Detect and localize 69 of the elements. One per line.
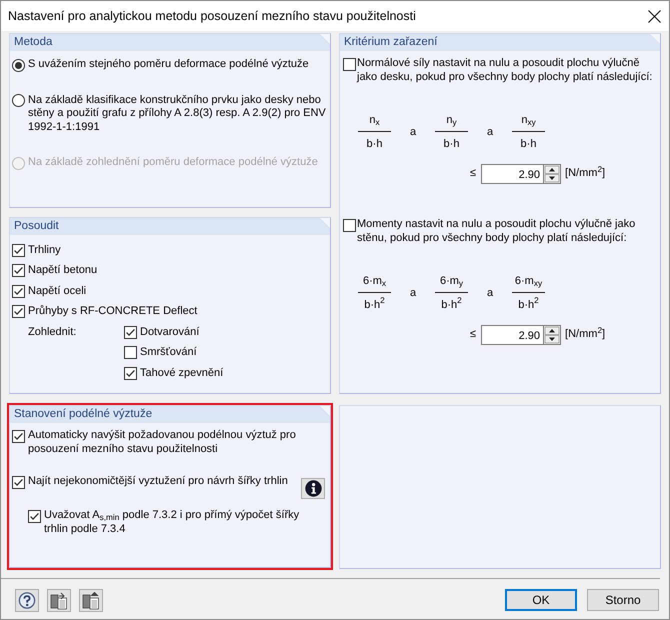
dialog-button[interactable]: Storno xyxy=(587,589,659,611)
window-title: Nastavení pro analytickou metodu posouzení mezního stavu použitelnosti xyxy=(8,8,416,24)
info-button[interactable] xyxy=(301,478,325,499)
checkbox-label[interactable]: Napětí oceli xyxy=(28,284,86,298)
panel-header: Posoudit xyxy=(10,218,330,235)
checkbox[interactable] xyxy=(12,430,25,442)
checkbox-label[interactable]: Napětí betonu xyxy=(28,264,98,278)
toolbar-button[interactable] xyxy=(79,589,103,612)
fraction-denominator: b·h xyxy=(366,138,382,151)
checkbox[interactable] xyxy=(343,218,356,232)
fraction-numerator: 6·m$_{x}$ xyxy=(362,275,386,288)
checkbox-label[interactable]: Smršťování xyxy=(140,346,197,360)
fraction-denominator: b·h xyxy=(444,138,460,151)
fraction-numerator: 6·m$_{xy}$ xyxy=(514,275,542,288)
info-icon xyxy=(304,480,322,497)
checkbox-label[interactable]: Tahové zpevnění xyxy=(140,366,224,380)
checkbox[interactable] xyxy=(12,476,25,488)
option-label[interactable]: S uvážením stejného poměru deformace podélné výztuže xyxy=(28,58,309,72)
option-label[interactable]: Na základě klasifikace konstrukčního prvku jako desky nebo stěny a použití grafu z přílohy A 2.8(3) resp. A 2.9(2) pro ENV 1992-1-1:1991 xyxy=(28,94,328,134)
panel-header: Stanovení podélné výztuže xyxy=(10,406,330,423)
checkbox-label[interactable]: Trhliny xyxy=(28,244,61,257)
spinner-icon[interactable] xyxy=(543,325,562,345)
checkbox[interactable] xyxy=(12,244,25,257)
checkbox[interactable] xyxy=(124,346,137,360)
default-button[interactable]: OK xyxy=(505,589,577,611)
document-arrow-icon xyxy=(50,592,68,610)
field-label: Zohlednit: xyxy=(28,325,78,340)
checkbox[interactable] xyxy=(124,326,137,339)
conjunction-text: a xyxy=(408,286,418,300)
fraction-denominator: b·h xyxy=(520,138,536,151)
checkbox-label[interactable]: Momenty nastavit na nulu a posoudit plochu výlučně jako stěnu, pokud pro všechny body plochy platí následující: xyxy=(357,218,658,245)
relation-symbol: ≤ xyxy=(470,328,476,342)
unit-label: [N/mm$^{2}$] xyxy=(565,167,606,181)
fraction-denominator: b·h$^{2}$ xyxy=(518,298,539,312)
close-icon[interactable] xyxy=(648,10,661,22)
fraction-numerator: 6·m$_{y}$ xyxy=(440,275,464,288)
checkbox-label[interactable]: Normálové síly nastavit na nulu a posoudit plochu výlučně jako desku, pokud pro všechny body plochy platí následující: xyxy=(357,57,658,84)
checkbox[interactable] xyxy=(343,58,356,70)
toolbar-button[interactable] xyxy=(47,589,71,612)
conjunction-text: a xyxy=(408,126,418,140)
checkbox-label[interactable]: Automaticky navýšit požadovanou podélnou výztuž pro posouzení mezního stavu použitelnosti xyxy=(28,429,325,456)
fraction-numerator: n$_{x}$ xyxy=(369,114,380,128)
fraction-denominator: b·h$^{2}$ xyxy=(441,298,462,312)
unit-label: [N/mm$^{2}$] xyxy=(565,328,606,342)
radio-button[interactable] xyxy=(12,58,25,72)
conjunction-text: a xyxy=(486,126,494,140)
checkbox[interactable] xyxy=(124,366,137,380)
fraction-denominator: b·h$^{2}$ xyxy=(364,298,385,312)
document-arrow-icon xyxy=(82,592,100,610)
checkbox-label[interactable]: Uvažovat A$_{s,min}$ podle 7.3.2 i pro přímý výpočet šířky trhlin podle 7.3.4 xyxy=(44,509,325,536)
number-field[interactable]: 2.90 xyxy=(481,325,544,345)
fraction-numerator: n$_{y}$ xyxy=(446,114,457,128)
number-field[interactable]: 2.90 xyxy=(481,164,544,184)
panel-header: Metoda xyxy=(10,34,330,51)
checkbox-label[interactable]: Dotvarování xyxy=(140,326,200,339)
conjunction-text: a xyxy=(486,286,494,300)
spinner-icon[interactable] xyxy=(543,164,562,184)
checkbox-label[interactable]: Průhyby s RF-CONCRETE Deflect xyxy=(28,305,198,318)
help-icon xyxy=(18,592,36,610)
fraction-numerator: n$_{xy}$ xyxy=(521,114,536,128)
help-button[interactable] xyxy=(15,589,39,612)
checkbox[interactable] xyxy=(12,284,25,298)
checkbox[interactable] xyxy=(12,305,25,318)
radio-button[interactable] xyxy=(12,94,25,107)
relation-symbol: ≤ xyxy=(470,167,476,181)
checkbox-label[interactable]: Najít nejekonomičtější vyztužení pro návrh šířky trhlin xyxy=(28,475,288,488)
panel-header: Kritérium zařazení xyxy=(340,34,660,51)
checkbox[interactable] xyxy=(28,510,41,522)
checkbox[interactable] xyxy=(12,264,25,278)
